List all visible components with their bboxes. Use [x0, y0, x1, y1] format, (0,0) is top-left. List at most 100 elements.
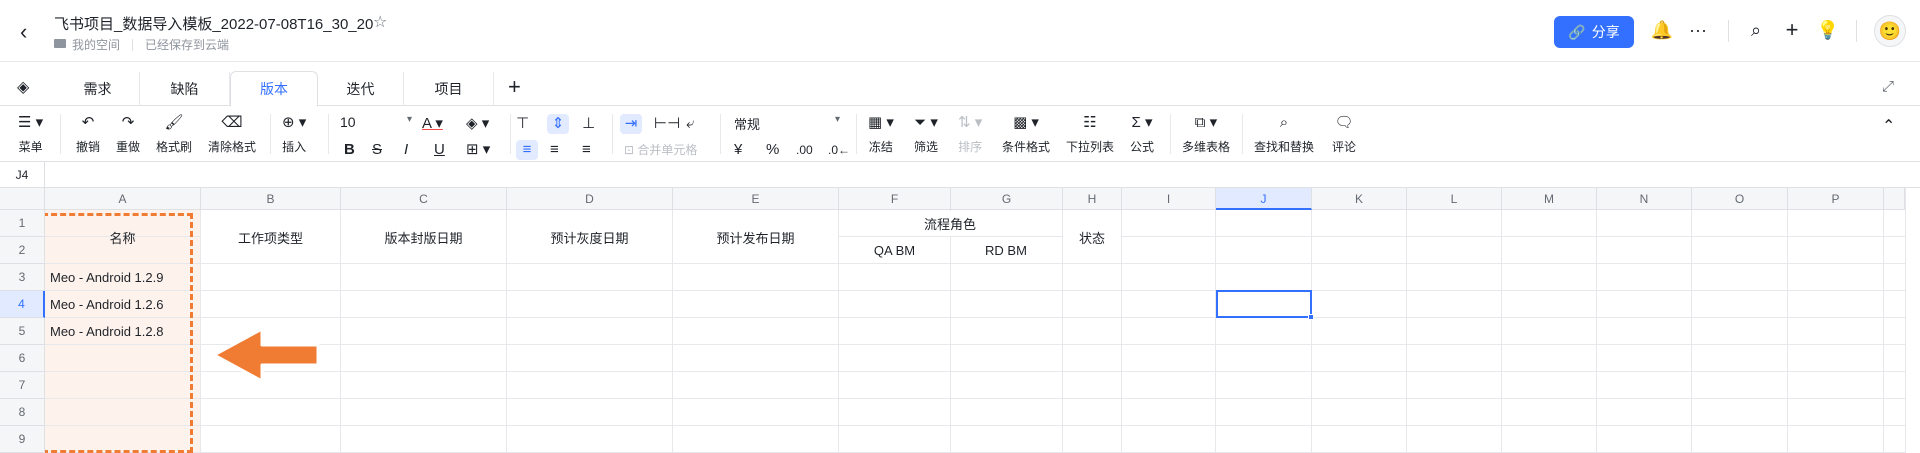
column-header-a[interactable]: A: [45, 188, 201, 210]
freeze-button[interactable]: ▦ ▾ 冻结: [868, 110, 894, 155]
document-title[interactable]: 飞书项目_数据导入模板_2022-07-08T16_30_20: [54, 13, 373, 34]
font-color-icon[interactable]: A ▾: [422, 114, 443, 134]
back-arrow-icon[interactable]: ‹: [20, 20, 38, 44]
fullscreen-icon[interactable]: ⤢: [1882, 78, 1894, 95]
column-header-b[interactable]: B: [201, 188, 341, 210]
collapse-toolbar-icon[interactable]: ⌃: [1882, 116, 1895, 136]
header-release-seal-date[interactable]: 版本封版日期: [341, 211, 506, 263]
header-gray-date[interactable]: 预计灰度日期: [507, 211, 672, 263]
italic-icon[interactable]: I: [404, 140, 408, 160]
column-header-j[interactable]: J: [1216, 188, 1312, 210]
align-center-icon[interactable]: ≡: [550, 140, 559, 160]
tab-defects[interactable]: 缺陷: [140, 72, 230, 106]
layers-icon[interactable]: ◈: [17, 77, 29, 97]
align-top-icon[interactable]: ⊤: [516, 114, 529, 134]
column-header-o[interactable]: O: [1692, 188, 1788, 210]
tab-requirements[interactable]: 需求: [56, 72, 140, 106]
fill-handle[interactable]: [1308, 314, 1314, 320]
header-publish-date[interactable]: 预计发布日期: [673, 211, 838, 263]
grid-line: [1691, 210, 1692, 453]
tab-versions[interactable]: 版本: [230, 71, 318, 107]
plus-icon[interactable]: +: [1780, 18, 1804, 42]
align-left-icon[interactable]: ≡: [516, 140, 538, 160]
text-clip-icon[interactable]: ⊢⊣: [654, 114, 680, 134]
row-header-1[interactable]: 1: [0, 210, 45, 237]
cell-reference[interactable]: J4: [0, 162, 45, 188]
format-painter-button[interactable]: 🖌 格式刷: [156, 110, 192, 155]
header-qa-bm[interactable]: QA BM: [839, 238, 950, 263]
column-header-m[interactable]: M: [1502, 188, 1597, 210]
decimal-decrease-icon[interactable]: .0←: [828, 140, 850, 160]
row-header-5[interactable]: 5: [0, 318, 45, 345]
selected-cell-j4[interactable]: [1216, 290, 1314, 320]
star-icon[interactable]: ☆: [373, 12, 387, 32]
row-header-6[interactable]: 6: [0, 345, 45, 372]
font-size-select[interactable]: 10 ▾: [340, 114, 412, 130]
comment-button[interactable]: 🗨 评论: [1332, 110, 1356, 155]
currency-button[interactable]: ¥: [734, 140, 742, 160]
vertical-scrollbar[interactable]: [1905, 188, 1920, 453]
column-header-g[interactable]: G: [951, 188, 1063, 210]
tab-iterations[interactable]: 迭代: [318, 72, 404, 106]
column-header-c[interactable]: C: [341, 188, 507, 210]
align-right-icon[interactable]: ≡: [582, 140, 591, 160]
select-all-corner[interactable]: [0, 188, 45, 210]
clear-format-button[interactable]: ⌫ 清除格式: [208, 110, 256, 155]
align-bottom-icon[interactable]: ⊥: [582, 114, 595, 134]
column-header-k[interactable]: K: [1312, 188, 1407, 210]
header-work-item-type[interactable]: 工作项类型: [201, 211, 340, 263]
multi-sheet-button[interactable]: ⧉ ▾ 多维表格: [1182, 110, 1230, 155]
spreadsheet-grid[interactable]: 名称 工作项类型 版本封版日期 预计灰度日期 预计发布日期 流程角色 QA BM…: [0, 188, 1920, 453]
menu-button[interactable]: ☰ ▾ 菜单: [18, 110, 43, 155]
row-header-8[interactable]: 8: [0, 399, 45, 426]
sort-button[interactable]: ⇅ ▾ 排序: [958, 110, 982, 155]
text-wrap-icon[interactable]: ⤶: [686, 114, 694, 134]
font-size-value: 10: [340, 114, 356, 130]
underline-icon[interactable]: U: [434, 140, 445, 160]
row-header-7[interactable]: 7: [0, 372, 45, 399]
percent-button[interactable]: %: [766, 140, 779, 160]
strikethrough-icon[interactable]: S: [372, 140, 382, 160]
row-header-3[interactable]: 3: [0, 264, 45, 291]
text-overflow-icon[interactable]: ⇥: [620, 114, 642, 134]
column-header-p[interactable]: P: [1788, 188, 1884, 210]
lightbulb-icon[interactable]: 💡: [1816, 18, 1840, 42]
column-header-f[interactable]: F: [839, 188, 951, 210]
insert-button[interactable]: ⊕ ▾ 插入: [282, 110, 306, 155]
dropdown-list-button[interactable]: ☷ 下拉列表: [1066, 110, 1114, 155]
column-header-h[interactable]: H: [1063, 188, 1122, 210]
column-header-e[interactable]: E: [673, 188, 839, 210]
merge-cells-button[interactable]: ⊡ 合并单元格: [624, 140, 697, 160]
header-status[interactable]: 状态: [1063, 211, 1121, 263]
column-header-n[interactable]: N: [1597, 188, 1692, 210]
row-header-9[interactable]: 9: [0, 426, 45, 453]
number-format-select[interactable]: 常规 ▾: [734, 114, 840, 133]
breadcrumb-space[interactable]: 我的空间: [72, 36, 120, 53]
conditional-format-button[interactable]: ▩ ▾ 条件格式: [1002, 110, 1050, 155]
align-middle-icon[interactable]: ⇕: [547, 114, 569, 134]
find-replace-button[interactable]: ⌕ 查找和替换: [1254, 110, 1314, 155]
border-icon[interactable]: ⊞ ▾: [466, 140, 490, 160]
formula-button[interactable]: Σ ▾ 公式: [1130, 110, 1154, 155]
undo-button[interactable]: ↶ 撤销: [76, 110, 100, 155]
tab-projects[interactable]: 项目: [404, 72, 494, 106]
bell-icon[interactable]: 🔔: [1650, 18, 1674, 42]
header-process-role[interactable]: 流程角色: [839, 211, 1061, 236]
fill-color-icon[interactable]: ◈ ▾: [466, 114, 489, 134]
share-button[interactable]: 🔗 分享: [1554, 16, 1634, 48]
add-sheet-icon[interactable]: +: [508, 74, 521, 100]
column-header-i[interactable]: I: [1122, 188, 1216, 210]
column-header-d[interactable]: D: [507, 188, 673, 210]
header-rd-bm[interactable]: RD BM: [951, 238, 1061, 263]
row-header-4[interactable]: 4: [0, 291, 45, 318]
filter-button[interactable]: ⏷ ▾ 筛选: [914, 110, 938, 155]
more-icon[interactable]: ···: [1686, 18, 1710, 42]
row-header-2[interactable]: 2: [0, 237, 45, 264]
decimal-increase-button[interactable]: .00: [796, 140, 813, 160]
redo-button[interactable]: ↷ 重做: [116, 110, 140, 155]
avatar[interactable]: 🙂: [1874, 15, 1906, 47]
divider: [720, 114, 721, 154]
search-icon[interactable]: ⌕: [1744, 18, 1768, 42]
bold-icon[interactable]: B: [344, 140, 355, 160]
column-header-l[interactable]: L: [1407, 188, 1502, 210]
